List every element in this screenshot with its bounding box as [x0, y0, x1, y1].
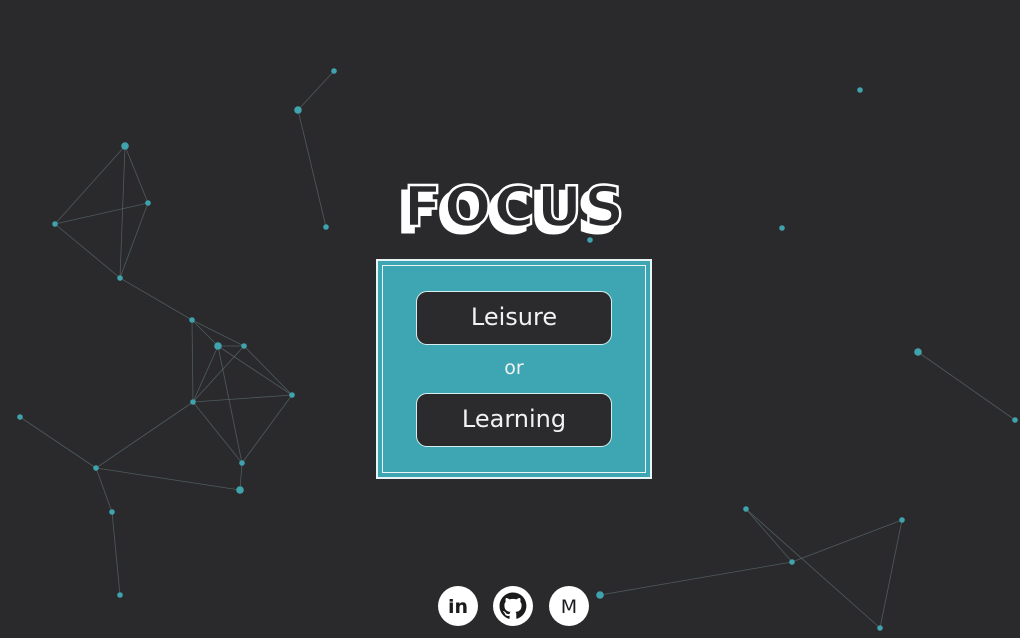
network-link: [243, 345, 293, 396]
network-node: [236, 486, 244, 494]
network-node: [121, 142, 129, 150]
network-node: [239, 460, 245, 466]
logo-text: FOCUS: [404, 175, 627, 240]
network-link: [917, 351, 1016, 421]
mode-selector-card: Leisure or Learning: [376, 259, 652, 479]
network-link: [95, 401, 194, 469]
network-node: [145, 200, 151, 206]
network-node: [190, 399, 196, 405]
network-link: [192, 345, 219, 403]
network-node: [289, 392, 295, 398]
github-icon: [499, 592, 527, 619]
network-node: [914, 348, 922, 356]
network-node: [877, 625, 883, 631]
network-link: [599, 561, 793, 596]
network-node: [779, 225, 785, 231]
network-node: [93, 465, 99, 471]
network-link: [95, 467, 113, 513]
network-link: [241, 394, 293, 464]
linkedin-link[interactable]: in: [438, 586, 478, 626]
network-node: [596, 591, 604, 599]
network-link: [297, 109, 327, 228]
network-node: [789, 559, 795, 565]
network-link: [745, 508, 793, 563]
linkedin-icon: in: [448, 596, 468, 618]
network-link: [745, 508, 881, 629]
network-link: [191, 319, 245, 347]
leisure-button[interactable]: Leisure: [416, 291, 612, 345]
network-node: [17, 414, 23, 420]
learning-button[interactable]: Learning: [416, 393, 612, 447]
network-node: [109, 509, 115, 515]
network-node: [241, 343, 247, 349]
network-node: [323, 224, 329, 230]
network-link: [111, 511, 121, 596]
gmail-glyph: M: [561, 596, 577, 618]
network-link: [879, 519, 903, 629]
network-node: [1012, 417, 1018, 423]
network-node: [214, 342, 222, 350]
network-link: [119, 145, 126, 279]
network-link: [191, 319, 194, 403]
network-link: [54, 223, 121, 279]
network-link: [192, 394, 293, 403]
network-node: [189, 317, 195, 323]
network-link: [191, 319, 219, 347]
network-link: [791, 519, 903, 563]
linkedin-glyph: in: [448, 596, 468, 618]
network-link: [19, 416, 97, 469]
network-link: [54, 145, 126, 225]
network-link: [119, 202, 149, 279]
focus-logo: FOCUS FOCUS: [396, 174, 627, 244]
network-link: [239, 462, 243, 491]
gmail-icon: M: [561, 596, 577, 618]
network-link: [95, 467, 241, 491]
network-link: [192, 401, 243, 464]
network-link: [217, 345, 293, 396]
network-link: [192, 345, 245, 403]
network-node: [899, 517, 905, 523]
network-link: [54, 202, 149, 225]
network-node: [857, 87, 863, 93]
network-link: [217, 345, 243, 464]
network-node: [331, 68, 337, 74]
network-node: [117, 275, 123, 281]
network-node: [117, 592, 123, 598]
gmail-link[interactable]: M: [549, 586, 589, 626]
or-label: or: [504, 357, 524, 379]
network-link: [297, 70, 335, 111]
network-node: [52, 221, 58, 227]
network-link: [124, 145, 149, 204]
network-node: [743, 506, 749, 512]
network-link: [119, 277, 193, 321]
network-node: [294, 106, 302, 114]
github-link[interactable]: [493, 586, 533, 626]
